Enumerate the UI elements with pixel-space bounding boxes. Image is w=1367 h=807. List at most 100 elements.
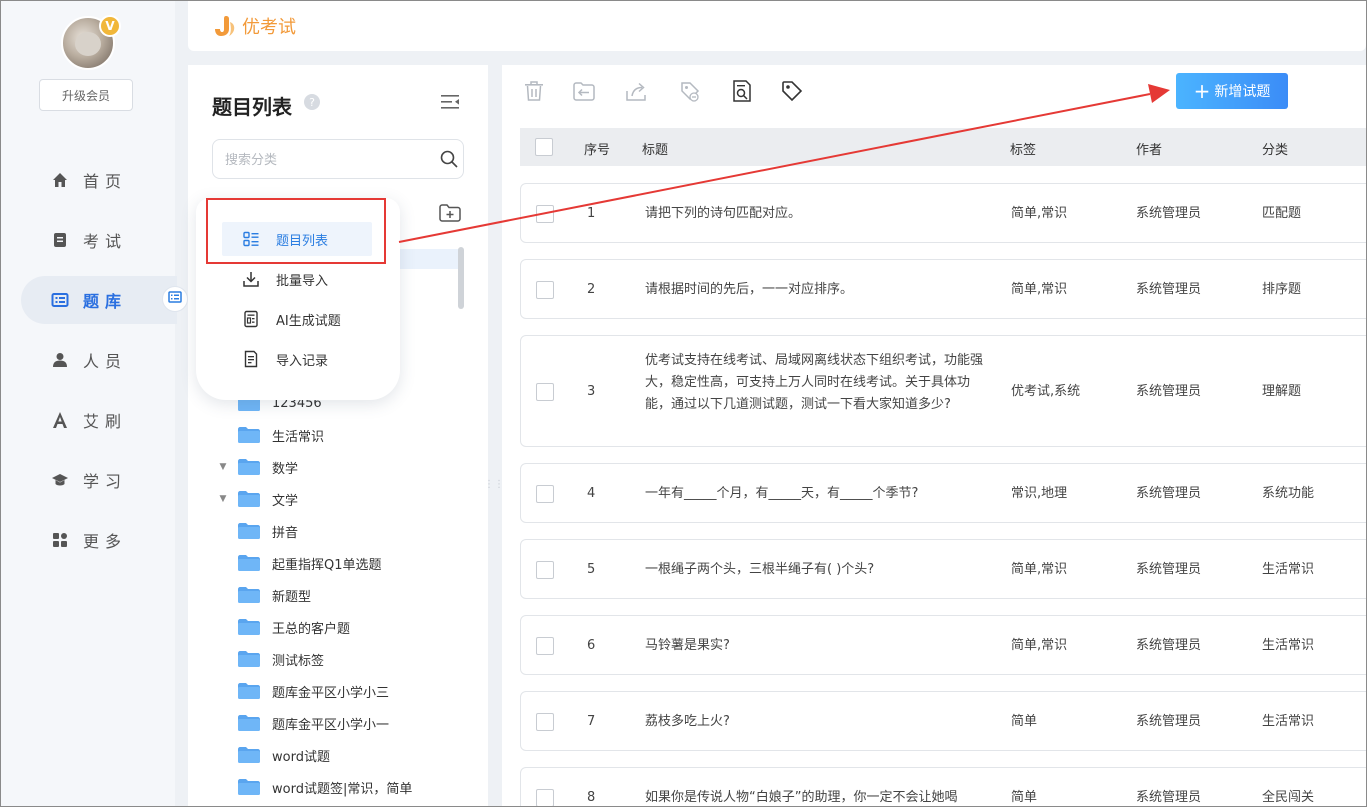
home-icon bbox=[51, 171, 69, 189]
folder-icon bbox=[238, 715, 260, 731]
category-search-input[interactable] bbox=[225, 149, 415, 171]
row-tags: 简单,常识 bbox=[1011, 206, 1068, 221]
folder-item[interactable]: word试题签|常识，简单 bbox=[238, 771, 412, 803]
add-question-label: 新增试题 bbox=[1214, 84, 1271, 100]
row-tags: 简单,常识 bbox=[1011, 282, 1068, 297]
row-checkbox[interactable] bbox=[536, 561, 554, 579]
row-category: 系统功能 bbox=[1262, 486, 1315, 501]
row-checkbox[interactable] bbox=[536, 713, 554, 731]
nav-item-more[interactable]: 更多 bbox=[21, 516, 177, 564]
preview-icon[interactable] bbox=[730, 79, 754, 103]
download-icon bbox=[242, 270, 260, 288]
row-tags: 简单,常识 bbox=[1011, 562, 1068, 577]
folder-item[interactable]: word试题 bbox=[238, 739, 330, 771]
row-checkbox[interactable] bbox=[536, 281, 554, 299]
table-row[interactable]: 4 一年有_____个月，有_____天，有_____个季节? 常识,地理 系统管理员… bbox=[520, 463, 1367, 523]
add-folder-icon[interactable] bbox=[438, 203, 462, 223]
folder-label: word试题签|常识，简单 bbox=[272, 781, 413, 797]
nav-label-more: 更多 bbox=[83, 532, 128, 551]
row-category: 排序题 bbox=[1262, 282, 1302, 297]
row-title: 荔枝多吃上火? bbox=[645, 714, 730, 729]
question-bank-panel-toggle[interactable] bbox=[162, 286, 188, 312]
row-author: 系统管理员 bbox=[1136, 486, 1202, 501]
nav-item-home[interactable]: 首页 bbox=[21, 156, 177, 204]
table-row[interactable]: 1 请把下列的诗句匹配对应。 简单,常识 系统管理员 匹配题 bbox=[520, 183, 1367, 243]
collapse-menu-icon[interactable] bbox=[440, 93, 460, 111]
list-panel-icon bbox=[168, 290, 182, 308]
row-checkbox[interactable] bbox=[536, 485, 554, 503]
column-header-category[interactable]: 分类 bbox=[1262, 139, 1288, 158]
row-tags: 简单,常识 bbox=[1011, 638, 1068, 653]
help-icon[interactable]: ? bbox=[304, 94, 320, 110]
table-row[interactable]: 7 荔枝多吃上火? 简单 系统管理员 生活常识 bbox=[520, 691, 1367, 751]
row-title: 请根据时间的先后，一一对应排序。 bbox=[645, 282, 854, 297]
panel-title: 题目列表 bbox=[212, 95, 292, 119]
nav-item-exam[interactable]: 考试 bbox=[21, 216, 177, 264]
select-all-checkbox[interactable] bbox=[535, 138, 553, 156]
row-checkbox[interactable] bbox=[536, 205, 554, 223]
nav-item-ai-brush[interactable]: 艾刷 bbox=[21, 396, 177, 444]
table-row[interactable]: 3 优考试支持在线考试、局域网离线状态下组织考试，功能强大，稳定性高，可支持上万人… bbox=[520, 335, 1367, 447]
column-header-tags[interactable]: 标签 bbox=[1010, 139, 1036, 158]
folder-item[interactable]: ▼ 数学 bbox=[220, 451, 299, 483]
menu-item-import-record[interactable]: 导入记录 bbox=[222, 342, 372, 376]
vip-badge: V bbox=[99, 15, 121, 37]
folder-item[interactable]: 题库金平区小学小一 bbox=[238, 707, 389, 739]
panel-resize-handle[interactable]: ⋮⋮ bbox=[484, 472, 504, 496]
tag-remove-icon[interactable] bbox=[678, 79, 702, 103]
nav-label-exam: 考试 bbox=[83, 232, 128, 251]
row-category: 理解题 bbox=[1262, 384, 1302, 399]
row-title: 优考试支持在线考试、局域网离线状态下组织考试，功能强大，稳定性高，可支持上万人同… bbox=[645, 353, 984, 412]
nav-item-study[interactable]: 学习 bbox=[21, 456, 177, 504]
share-icon[interactable] bbox=[624, 79, 648, 103]
nav-label-study: 学习 bbox=[83, 472, 128, 491]
folder-item[interactable]: 新题型 bbox=[238, 579, 311, 611]
table-row[interactable]: 6 马铃薯是果实? 简单,常识 系统管理员 生活常识 bbox=[520, 615, 1367, 675]
search-icon[interactable] bbox=[439, 149, 459, 169]
row-checkbox[interactable] bbox=[536, 637, 554, 655]
column-header-title[interactable]: 标题 bbox=[642, 139, 668, 158]
nav-label-ai-brush: 艾刷 bbox=[83, 412, 128, 431]
row-checkbox[interactable] bbox=[536, 383, 554, 401]
folder-item[interactable]: 起重指挥Q1单选题 bbox=[238, 547, 382, 579]
delete-icon[interactable] bbox=[522, 79, 546, 103]
tree-scrollbar[interactable] bbox=[458, 247, 464, 309]
folder-label: 题库金平区小学小一 bbox=[272, 717, 390, 733]
nav-item-person[interactable]: 人员 bbox=[21, 336, 177, 384]
folder-icon bbox=[238, 555, 260, 571]
caret-down-icon[interactable]: ▼ bbox=[218, 494, 228, 504]
table-header: 序号 标题 标签 作者 分类 bbox=[520, 128, 1367, 166]
folder-item[interactable]: 生活常识 bbox=[238, 419, 324, 451]
upgrade-member-button[interactable]: 升级会员 bbox=[39, 79, 133, 111]
folder-item[interactable]: 测试标签 bbox=[238, 643, 324, 675]
row-author: 系统管理员 bbox=[1136, 282, 1202, 297]
row-title: 一年有_____个月，有_____天，有_____个季节? bbox=[645, 486, 919, 501]
table-row[interactable]: 2 请根据时间的先后，一一对应排序。 简单,常识 系统管理员 排序题 bbox=[520, 259, 1367, 319]
folder-icon bbox=[238, 651, 260, 667]
folder-item[interactable]: 题库金平区小学小三 bbox=[238, 675, 389, 707]
row-tags: 常识,地理 bbox=[1011, 486, 1068, 501]
column-header-author[interactable]: 作者 bbox=[1136, 139, 1162, 158]
row-checkbox[interactable] bbox=[536, 789, 554, 807]
nav-item-question-bank[interactable]: 题库 bbox=[21, 276, 177, 324]
table-row[interactable]: 8 如果你是传说人物“白娘子”的助理，你一定不会让她喝 简单 系统管理员 全民闯关 bbox=[520, 767, 1367, 807]
folder-icon bbox=[238, 427, 260, 443]
move-icon[interactable] bbox=[572, 79, 596, 103]
row-index: 5 bbox=[587, 562, 596, 577]
column-header-index[interactable]: 序号 bbox=[584, 139, 610, 158]
add-question-button[interactable]: + 新增试题 bbox=[1176, 73, 1288, 109]
caret-down-icon[interactable]: ▼ bbox=[218, 462, 228, 472]
folder-icon bbox=[238, 491, 260, 507]
folder-item[interactable]: 王总的客户题 bbox=[238, 611, 350, 643]
folder-label: 起重指挥Q1单选题 bbox=[272, 557, 382, 573]
row-tags: 优考试,系统 bbox=[1011, 384, 1081, 399]
folder-item[interactable]: ▼ 文学 bbox=[220, 483, 298, 515]
folder-label: 数学 bbox=[272, 461, 299, 477]
nav-label-home: 首页 bbox=[83, 172, 128, 191]
menu-item-batch-import[interactable]: 批量导入 bbox=[222, 262, 372, 296]
menu-item-ai-generate[interactable]: AI生成试题 bbox=[222, 302, 372, 336]
table-row[interactable]: 5 一根绳子两个头，三根半绳子有( )个头? 简单,常识 系统管理员 生活常识 bbox=[520, 539, 1367, 599]
folder-item[interactable]: 拼音 bbox=[238, 515, 298, 547]
tag-icon[interactable] bbox=[780, 79, 804, 103]
ai-brush-icon bbox=[51, 411, 69, 429]
